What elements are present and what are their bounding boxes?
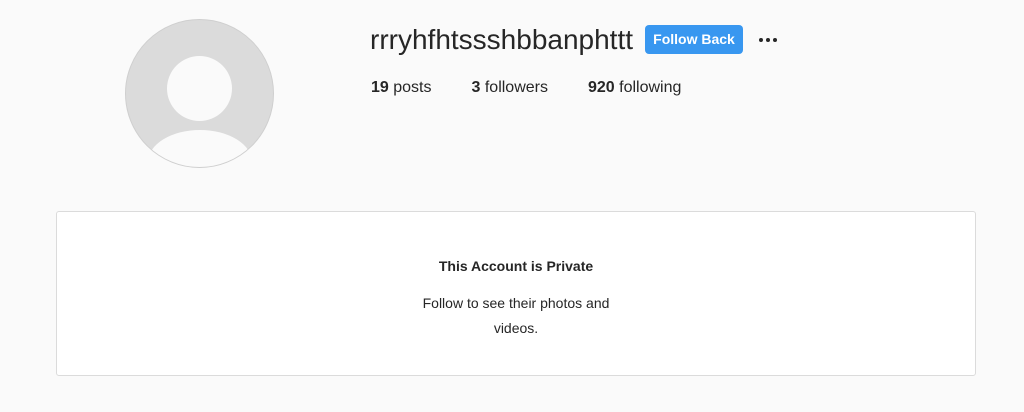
posts-count: 19 bbox=[371, 79, 394, 96]
avatar-placeholder-body bbox=[148, 130, 252, 167]
profile-stats: 19 posts 3 followers 920 following bbox=[371, 79, 681, 97]
avatar[interactable] bbox=[125, 19, 274, 168]
more-options-icon[interactable] bbox=[755, 27, 781, 53]
stat-posts: 19 posts bbox=[371, 79, 432, 97]
stat-followers[interactable]: 3 followers bbox=[472, 79, 548, 97]
following-label: following bbox=[619, 79, 682, 96]
follow-back-button[interactable]: Follow Back bbox=[645, 25, 743, 54]
followers-count: 3 bbox=[471, 79, 485, 96]
more-dot bbox=[759, 38, 763, 42]
more-dot bbox=[766, 38, 770, 42]
private-account-description: Follow to see their photos and videos. bbox=[422, 295, 610, 336]
stat-following[interactable]: 920 following bbox=[588, 79, 681, 97]
username-heading: rrryhfhtssshbbanphttt bbox=[370, 24, 634, 55]
avatar-placeholder-head bbox=[167, 56, 232, 121]
followers-label: followers bbox=[484, 79, 548, 96]
following-count: 920 bbox=[587, 79, 620, 96]
private-account-card: This Account is Private Follow to see th… bbox=[56, 211, 976, 376]
more-dot bbox=[773, 38, 777, 42]
private-account-title: This Account is Private bbox=[438, 258, 594, 274]
profile-page: rrryhfhtssshbbanphttt Follow Back 19 pos… bbox=[0, 0, 1024, 412]
posts-label: posts bbox=[393, 79, 432, 96]
